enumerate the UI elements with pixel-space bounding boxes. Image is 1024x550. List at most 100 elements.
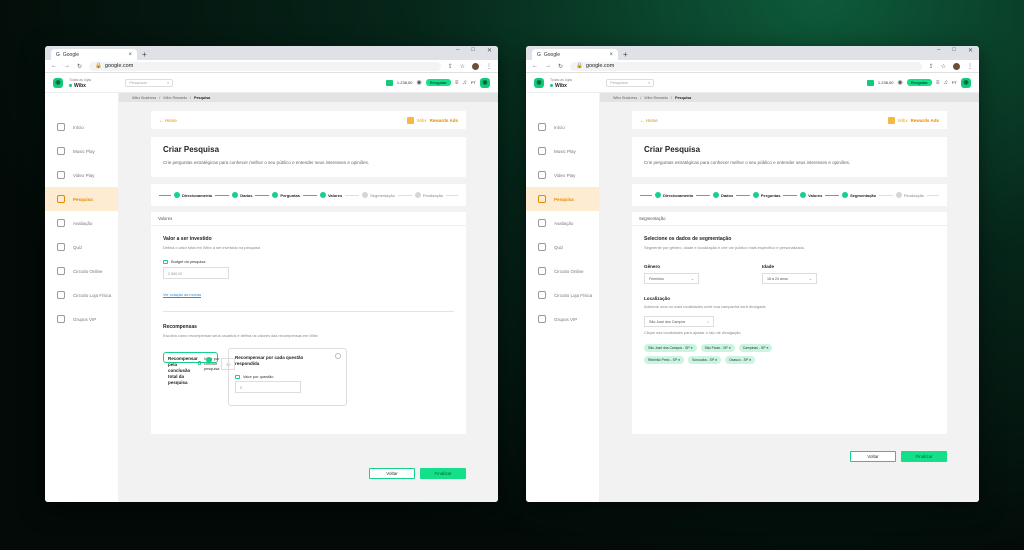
redeem-button[interactable]: Resgatar [425,79,451,86]
star-icon[interactable]: ☆ [941,63,946,70]
minimize-icon[interactable]: – [456,47,459,54]
sidebar-item-quiz[interactable]: Quiz [526,235,599,259]
close-window-icon[interactable]: ✕ [968,47,973,54]
back-icon[interactable]: ← [51,63,57,69]
sidebar-item-circuito-online[interactable]: Circuito Online [526,259,599,283]
new-tab-button[interactable]: + [623,49,628,60]
window-controls: – □ ✕ [937,47,973,54]
step-segmentacao: Segmentação [842,192,876,198]
share-icon[interactable]: ⇪ [929,63,934,70]
step-valores: Valores [319,192,342,198]
search-input[interactable]: Pesquisar ⌕ [125,78,174,87]
location-tag[interactable]: Osasco - SP [725,356,756,364]
location-hint: Clique nas localidades para ajustar o ra… [644,330,742,335]
bell-icon[interactable]: ♫ [462,80,467,86]
store-selector[interactable]: Todas as lojas Wibx [550,77,572,89]
sidebar-item-quiz[interactable]: Quiz [45,235,118,259]
sidebar-item-circuito-online[interactable]: Circuito Online [45,259,118,283]
location-input[interactable]: São José dos Campos ⌕ [644,316,714,327]
maximize-icon[interactable]: □ [471,47,475,54]
reward-option-per-question[interactable]: Recompensar por cada questão respondida V… [228,348,347,406]
sidebar-item-grupos[interactable]: Grupos VIP [45,307,118,331]
eye-icon[interactable]: ◉ [416,79,421,86]
budget-input[interactable]: 2.560,00 [163,267,229,279]
sidebar-item-pesquisa[interactable]: Pesquisa [45,187,118,211]
sidebar-label: Grupos VIP [73,316,97,322]
home-link[interactable]: ← Home [640,118,658,123]
hamburger-icon[interactable]: ≡ [936,80,940,86]
group-icon [57,315,65,323]
language-selector[interactable]: PT [471,80,476,85]
location-tag[interactable]: São Paulo - SP [700,344,735,352]
sidebar-item-video[interactable]: Video Play [45,163,118,187]
age-select[interactable]: 18 à 24 anos ⌄ [762,273,817,284]
browser-tab[interactable]: G Google × [51,49,137,60]
minimize-icon[interactable]: – [937,47,940,54]
avatar[interactable] [472,62,479,70]
star-icon[interactable]: ☆ [460,63,465,70]
survey-icon [538,195,546,203]
back-icon[interactable]: ← [532,63,538,69]
forward-icon[interactable]: → [64,63,70,69]
store-selector[interactable]: Todas as lojas Wibx [69,77,91,89]
redeem-button[interactable]: Resgatar [906,79,932,86]
eye-icon[interactable]: ◉ [897,79,902,86]
forward-icon[interactable]: → [545,63,551,69]
stepper: Direcionamento Dados Perguntas Valores S… [632,184,947,206]
sidebar-item-avaliacao[interactable]: Avaliação [45,211,118,235]
reward-option-total[interactable]: Recompensar pela conclusão total da pesq… [163,352,236,385]
sidebar-item-pesquisa[interactable]: Pesquisa [526,187,599,211]
close-tab-icon[interactable]: × [609,52,613,58]
reload-icon[interactable]: ↻ [558,63,563,70]
location-tag[interactable]: São José dos Campos - SP [644,344,697,352]
home-link[interactable]: ← Home [159,118,177,123]
location-tag[interactable]: Campinas - SP [738,344,773,352]
reward-question-input[interactable]: 5 [235,381,301,393]
sidebar-label: Pesquisa [73,196,93,202]
sidebar-item-inicio[interactable]: Início [45,115,118,139]
sidebar-item-grupos[interactable]: Grupos VIP [526,307,599,331]
profile-avatar[interactable]: ◉ [961,77,971,88]
sidebar-item-avaliacao[interactable]: Avaliação [526,211,599,235]
crumb-link[interactable]: Wibx Business [613,96,637,100]
finish-button[interactable]: Finalizar [901,451,947,462]
finish-button[interactable]: Finalizar [420,468,466,479]
share-icon[interactable]: ⇪ [448,63,453,70]
crumb-link[interactable]: Wibx Rewards [644,96,668,100]
maximize-icon[interactable]: □ [952,47,956,54]
menu-icon[interactable]: ⋮ [486,63,492,70]
crumb-link[interactable]: Wibx Rewards [163,96,187,100]
browser-tab[interactable]: G Google × [532,49,618,60]
sidebar-item-video[interactable]: Video Play [526,163,599,187]
search-input[interactable]: Pesquisar ⌕ [606,78,655,87]
crumb-link[interactable]: Wibx Business [132,96,156,100]
reload-icon[interactable]: ↻ [77,63,82,70]
title-card: Criar Pesquisa Crie perguntas estratégica… [632,137,947,177]
sidebar-item-inicio[interactable]: Início [526,115,599,139]
gender-select[interactable]: Feminino ⌄ [644,273,699,284]
back-button[interactable]: Voltar [369,468,415,479]
language-selector[interactable]: PT [952,80,957,85]
home-label: Home [645,117,658,123]
close-tab-icon[interactable]: × [128,52,132,58]
sidebar-label: Avaliação [554,220,574,226]
hamburger-icon[interactable]: ≡ [455,80,459,86]
profile-avatar[interactable]: ◉ [480,77,490,88]
back-button[interactable]: Voltar [850,451,896,462]
sidebar-item-circuito-loja[interactable]: Circuito Loja Física [45,283,118,307]
music-icon [538,147,546,155]
sidebar-item-music[interactable]: Music Play [45,139,118,163]
sidebar-item-music[interactable]: Music Play [526,139,599,163]
menu-icon[interactable]: ⋮ [967,63,973,70]
url-field[interactable]: 🔒 google.com [89,61,441,71]
location-tag[interactable]: Ribeirão Preto - SP [644,356,685,364]
bell-icon[interactable]: ♫ [943,80,948,86]
quote-link[interactable]: Ver cotação da moeda [163,293,454,297]
close-window-icon[interactable]: ✕ [487,47,492,54]
sidebar-item-circuito-loja[interactable]: Circuito Loja Física [526,283,599,307]
url-field[interactable]: 🔒 google.com [570,61,922,71]
avatar[interactable] [953,62,960,70]
rewards-icon [887,116,895,124]
new-tab-button[interactable]: + [142,49,147,60]
location-tag[interactable]: Sorocaba - SP [688,356,722,364]
